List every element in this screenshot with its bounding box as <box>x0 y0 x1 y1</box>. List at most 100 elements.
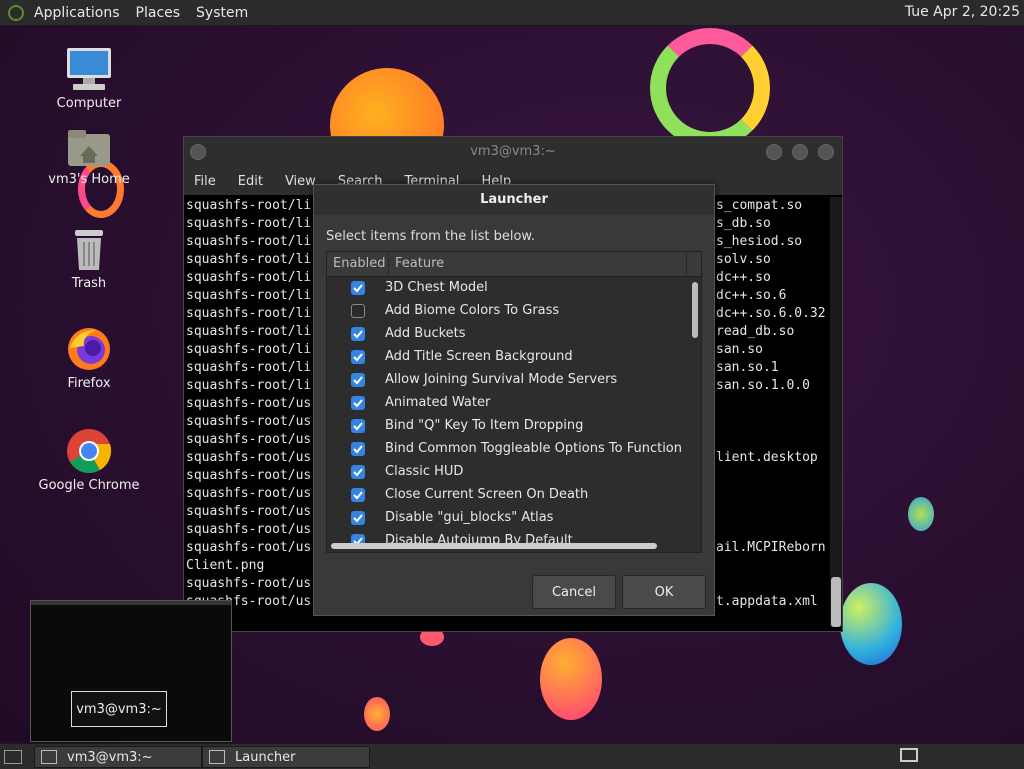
close-icon[interactable] <box>818 144 834 160</box>
terminal-titlebar[interactable]: vm3@vm3:~ <box>184 137 842 167</box>
terminal-line: ail.MCPIReborn <box>716 540 826 555</box>
column-header-feature[interactable]: Feature <box>389 252 687 276</box>
checkbox-checked[interactable] <box>351 418 365 433</box>
checkbox-checked[interactable] <box>351 510 365 525</box>
terminal-line: san.so.1 <box>716 360 779 375</box>
wallpaper-tiny-blob <box>364 697 390 731</box>
menu-system[interactable]: System <box>196 5 248 21</box>
taskbar-item-terminal[interactable]: vm3@vm3:~ <box>34 746 202 768</box>
checkmark-icon <box>353 444 363 453</box>
terminal-line: squashfs-root/us <box>186 576 312 591</box>
desktop-icon-home[interactable]: vm3's Home <box>34 128 144 187</box>
list-item[interactable]: Bind "Q" Key To Item Dropping <box>327 414 687 437</box>
checkbox-checked[interactable] <box>351 395 365 410</box>
minimize-icon[interactable] <box>766 144 782 160</box>
maximize-icon[interactable] <box>792 144 808 160</box>
list-horizontal-scrollbar[interactable] <box>331 543 657 549</box>
workspace-switcher-icon[interactable] <box>900 748 918 762</box>
desktop-icon-computer[interactable]: Computer <box>34 46 144 111</box>
list-item[interactable]: Close Current Screen On Death <box>327 483 687 506</box>
terminal-output-right: s_compat.so s_db.so s_hesiod.so solv.so dc++… <box>716 197 826 611</box>
terminal-scroll-thumb[interactable] <box>831 577 841 627</box>
terminal-line: squashfs-root/us <box>186 450 312 465</box>
terminal-line: dc++.so <box>716 270 771 285</box>
checkbox-checked[interactable] <box>351 372 365 387</box>
terminal-menu-file[interactable]: File <box>194 174 216 189</box>
panel-clock[interactable]: Tue Apr 2, 20:25 <box>905 4 1020 20</box>
feature-label: Close Current Screen On Death <box>385 487 589 502</box>
terminal-line: Client.png <box>186 558 265 573</box>
list-header: Enabled Feature <box>327 252 701 277</box>
terminal-line: squashfs-root/li <box>186 360 312 375</box>
show-desktop-icon[interactable] <box>4 750 22 764</box>
checkbox-checked[interactable] <box>351 349 365 364</box>
cancel-button[interactable]: Cancel <box>532 575 616 609</box>
terminal-line: dc++.so.6.0.32 <box>716 306 826 321</box>
feature-rows: 3D Chest Model Add Biome Colors To Grass A… <box>327 276 687 548</box>
list-item[interactable]: 3D Chest Model <box>327 276 687 299</box>
column-header-enabled[interactable]: Enabled <box>327 252 389 276</box>
window-preview[interactable]: vm3@vm3:~ <box>30 600 232 742</box>
terminal-line: squashfs-root/li <box>186 252 312 267</box>
list-item[interactable]: Allow Joining Survival Mode Servers <box>327 368 687 391</box>
window-menu-icon[interactable] <box>190 144 206 160</box>
list-item[interactable]: Animated Water <box>327 391 687 414</box>
checkbox-checked[interactable] <box>351 441 365 456</box>
checkbox-checked[interactable] <box>351 464 365 479</box>
terminal-line: squashfs-root/us <box>186 414 312 429</box>
checkmark-icon <box>353 513 363 522</box>
list-item[interactable]: Classic HUD <box>327 460 687 483</box>
terminal-menu-edit[interactable]: Edit <box>238 174 263 189</box>
terminal-icon <box>41 750 57 764</box>
list-item[interactable]: Bind Common Toggleable Options To Functi… <box>327 437 687 460</box>
terminal-scrollbar[interactable] <box>830 197 842 627</box>
checkbox-checked[interactable] <box>351 487 365 502</box>
terminal-line: squashfs-root/li <box>186 342 312 357</box>
list-item[interactable]: Disable "gui_blocks" Atlas <box>327 506 687 529</box>
desktop-icon-label: Computer <box>56 96 122 111</box>
terminal-output-left: squashfs-root/li squashfs-root/li squashfs… <box>186 197 311 611</box>
dialog-title: Launcher <box>314 185 714 215</box>
desktop-icon-chrome[interactable]: Google Chrome <box>34 428 144 493</box>
list-item[interactable]: Add Biome Colors To Grass <box>327 299 687 322</box>
launcher-dialog[interactable]: Launcher Select items from the list belo… <box>313 184 715 616</box>
checkbox-checked[interactable] <box>351 326 365 341</box>
feature-list[interactable]: Enabled Feature 3D Chest Model Add Biome … <box>326 251 702 553</box>
chrome-icon <box>66 428 112 474</box>
terminal-line: squashfs-root/li <box>186 198 312 213</box>
wallpaper-ring <box>650 28 770 148</box>
menu-places[interactable]: Places <box>136 5 181 21</box>
checkbox-checked[interactable] <box>351 280 365 295</box>
feature-label: Classic HUD <box>385 464 464 479</box>
checkmark-icon <box>353 467 363 476</box>
feature-label: Allow Joining Survival Mode Servers <box>385 372 618 387</box>
list-item[interactable]: Add Title Screen Background <box>327 345 687 368</box>
terminal-line: squashfs-root/li <box>186 234 312 249</box>
checkmark-icon <box>353 329 363 338</box>
terminal-menu-view[interactable]: View <box>285 174 316 189</box>
list-vscroll-thumb[interactable] <box>692 282 698 338</box>
ok-button[interactable]: OK <box>622 575 706 609</box>
terminal-line: squashfs-root/us <box>186 432 312 447</box>
terminal-line: lient.desktop <box>716 450 818 465</box>
checkbox-unchecked[interactable] <box>351 303 365 318</box>
window-icon <box>209 750 225 764</box>
desktop-icon-firefox[interactable]: Firefox <box>34 326 144 391</box>
taskbar-item-launcher[interactable]: Launcher <box>202 746 370 768</box>
list-vertical-scrollbar[interactable] <box>687 276 701 548</box>
dialog-prompt: Select items from the list below. <box>326 229 535 244</box>
menu-applications[interactable]: Applications <box>34 5 120 21</box>
list-item[interactable]: Add Buckets <box>327 322 687 345</box>
trash-icon <box>69 228 109 272</box>
desktop-icon-trash[interactable]: Trash <box>34 228 144 291</box>
desktop-icon-label: Google Chrome <box>38 478 140 493</box>
wallpaper-blue-blob <box>840 583 902 665</box>
checkmark-icon <box>353 398 363 407</box>
distro-logo-icon[interactable] <box>8 4 24 21</box>
terminal-line: s_compat.so <box>716 198 803 213</box>
terminal-line: s_hesiod.so <box>716 234 803 249</box>
terminal-line: squashfs-root/us <box>186 396 312 411</box>
